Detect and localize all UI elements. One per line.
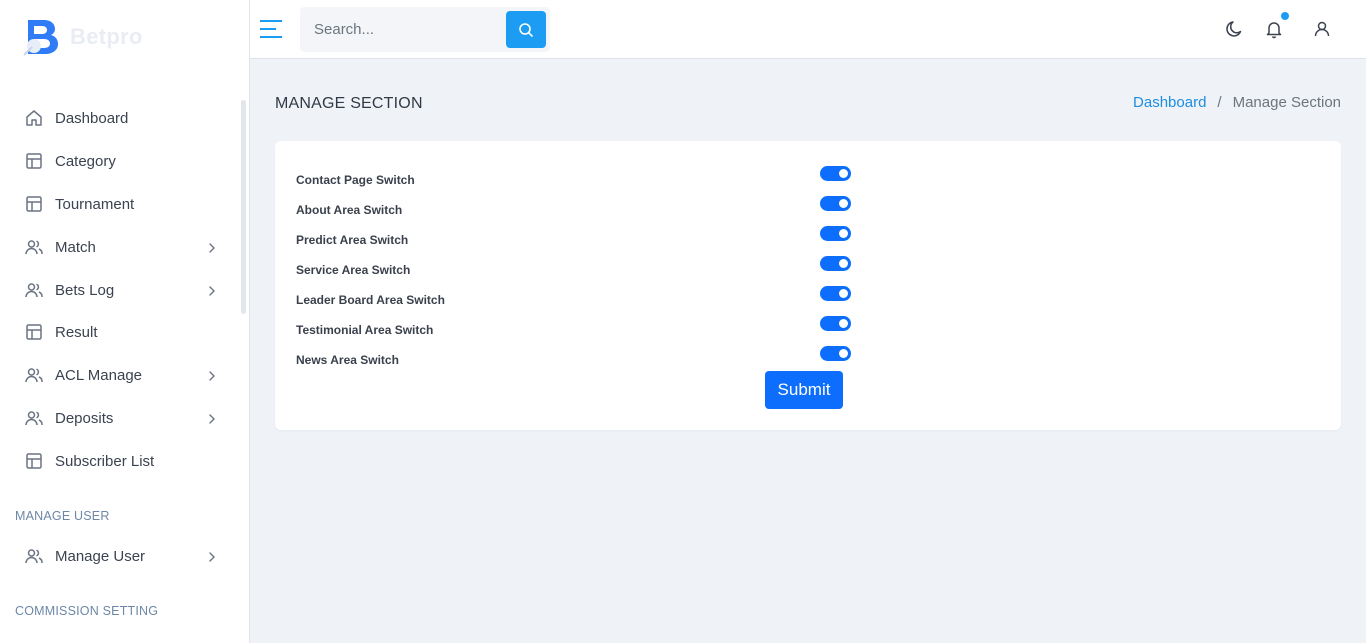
sidebar-item-bets-log[interactable]: Bets Log: [24, 275, 224, 305]
toggle-knob: [839, 349, 848, 358]
sidebar-item-label: Category: [55, 152, 116, 170]
bell-icon[interactable]: [1264, 19, 1284, 39]
sidebar-item-tournament[interactable]: Tournament: [24, 189, 224, 219]
sidebar-item-deposits[interactable]: Deposits: [24, 403, 224, 433]
toggle-knob: [839, 319, 848, 328]
toggle-knob: [839, 199, 848, 208]
switch-label: Leader Board Area Switch: [296, 293, 445, 307]
switch-label: Contact Page Switch: [296, 173, 415, 187]
sidebar-item-dashboard[interactable]: Dashboard: [24, 103, 224, 133]
breadcrumb: Dashboard / Manage Section: [1133, 94, 1341, 111]
toggle-switch-testimonial-area-switch[interactable]: [820, 316, 851, 331]
table-icon: [24, 194, 44, 214]
toggle-switch-news-area-switch[interactable]: [820, 346, 851, 361]
brand-name: Betpro: [70, 24, 143, 49]
toggle-switch-about-area-switch[interactable]: [820, 196, 851, 211]
sidebar-section-title: MANAGE USER: [15, 509, 110, 523]
sidebar-item-label: Match: [55, 238, 96, 256]
toggle-switch-predict-area-switch[interactable]: [820, 226, 851, 241]
manage-section-card: Contact Page Switch About Area Switch Pred…: [275, 141, 1341, 430]
toggle-switch-contact-page-switch[interactable]: [820, 166, 851, 181]
notification-badge: [1281, 12, 1289, 20]
sidebar-item-manage-user[interactable]: Manage User: [24, 541, 224, 571]
chevron-right-icon: [206, 241, 218, 253]
sidebar-item-label: Subscriber List: [55, 452, 155, 470]
switch-row-testimonial-area-switch: Testimonial Area Switch: [296, 316, 856, 337]
search-icon: [519, 22, 533, 37]
breadcrumb-dashboard-link[interactable]: Dashboard: [1133, 94, 1206, 111]
sidebar-section-title: COMMISSION SETTING: [15, 604, 159, 618]
user-icon[interactable]: [1312, 19, 1332, 39]
switch-row-about-area-switch: About Area Switch: [296, 196, 856, 217]
switch-row-contact-page-switch: Contact Page Switch: [296, 166, 856, 187]
toggle-knob: [839, 169, 848, 178]
sidebar-item-category[interactable]: Category: [24, 146, 224, 176]
switch-row-news-area-switch: News Area Switch: [296, 346, 856, 367]
toggle-knob: [839, 229, 848, 238]
toggle-switch-service-area-switch[interactable]: [820, 256, 851, 271]
betpro-logo-icon: [23, 20, 58, 56]
sidebar: Betpro Dashboard Category Tournament Match B…: [0, 0, 250, 643]
sidebar-item-label: Bets Log: [55, 281, 115, 299]
sidebar-item-label: Manage User: [55, 547, 146, 565]
search-button[interactable]: [506, 11, 546, 48]
chevron-right-icon: [206, 369, 218, 381]
sidebar-scrollbar[interactable]: [241, 100, 246, 314]
users-icon: [24, 546, 44, 566]
topbar: [250, 0, 1366, 59]
sidebar-item-label: ACL Manage: [55, 366, 142, 384]
users-icon: [24, 280, 44, 300]
chevron-right-icon: [206, 550, 218, 562]
moon-icon[interactable]: [1225, 19, 1245, 39]
users-icon: [24, 365, 44, 385]
switch-row-leader-board-area-switch: Leader Board Area Switch: [296, 286, 856, 307]
home-icon: [24, 108, 44, 128]
menu-icon[interactable]: [259, 18, 283, 40]
table-icon: [24, 451, 44, 471]
sidebar-item-label: Result: [55, 323, 98, 341]
search-box: [300, 7, 550, 52]
search-input[interactable]: [300, 7, 505, 52]
sidebar-item-subscriber-list[interactable]: Subscriber List: [24, 446, 224, 476]
switch-row-service-area-switch: Service Area Switch: [296, 256, 856, 277]
switch-label: News Area Switch: [296, 353, 399, 367]
chevron-right-icon: [206, 412, 218, 424]
sidebar-item-acl-manage[interactable]: ACL Manage: [24, 360, 224, 390]
table-icon: [24, 151, 44, 171]
toggle-knob: [839, 259, 848, 268]
toggle-knob: [839, 289, 848, 298]
switch-label: About Area Switch: [296, 203, 403, 217]
sidebar-item-label: Dashboard: [55, 109, 129, 127]
breadcrumb-current: Manage Section: [1232, 94, 1341, 111]
chevron-right-icon: [206, 284, 218, 296]
breadcrumb-separator: /: [1217, 94, 1222, 111]
submit-button[interactable]: Submit: [765, 371, 843, 409]
switch-row-predict-area-switch: Predict Area Switch: [296, 226, 856, 247]
table-icon: [24, 322, 44, 342]
sidebar-item-result[interactable]: Result: [24, 317, 224, 347]
sidebar-item-label: Deposits: [55, 409, 114, 427]
sidebar-item-match[interactable]: Match: [24, 232, 224, 262]
sidebar-item-label: Tournament: [55, 195, 135, 213]
switch-label: Service Area Switch: [296, 263, 411, 277]
toggle-switch-leader-board-area-switch[interactable]: [820, 286, 851, 301]
users-icon: [24, 408, 44, 428]
page-title: MANAGE SECTION: [275, 95, 423, 112]
brand-logo[interactable]: Betpro: [22, 17, 143, 57]
switch-label: Testimonial Area Switch: [296, 323, 434, 337]
switch-label: Predict Area Switch: [296, 233, 409, 247]
users-icon: [24, 237, 44, 257]
